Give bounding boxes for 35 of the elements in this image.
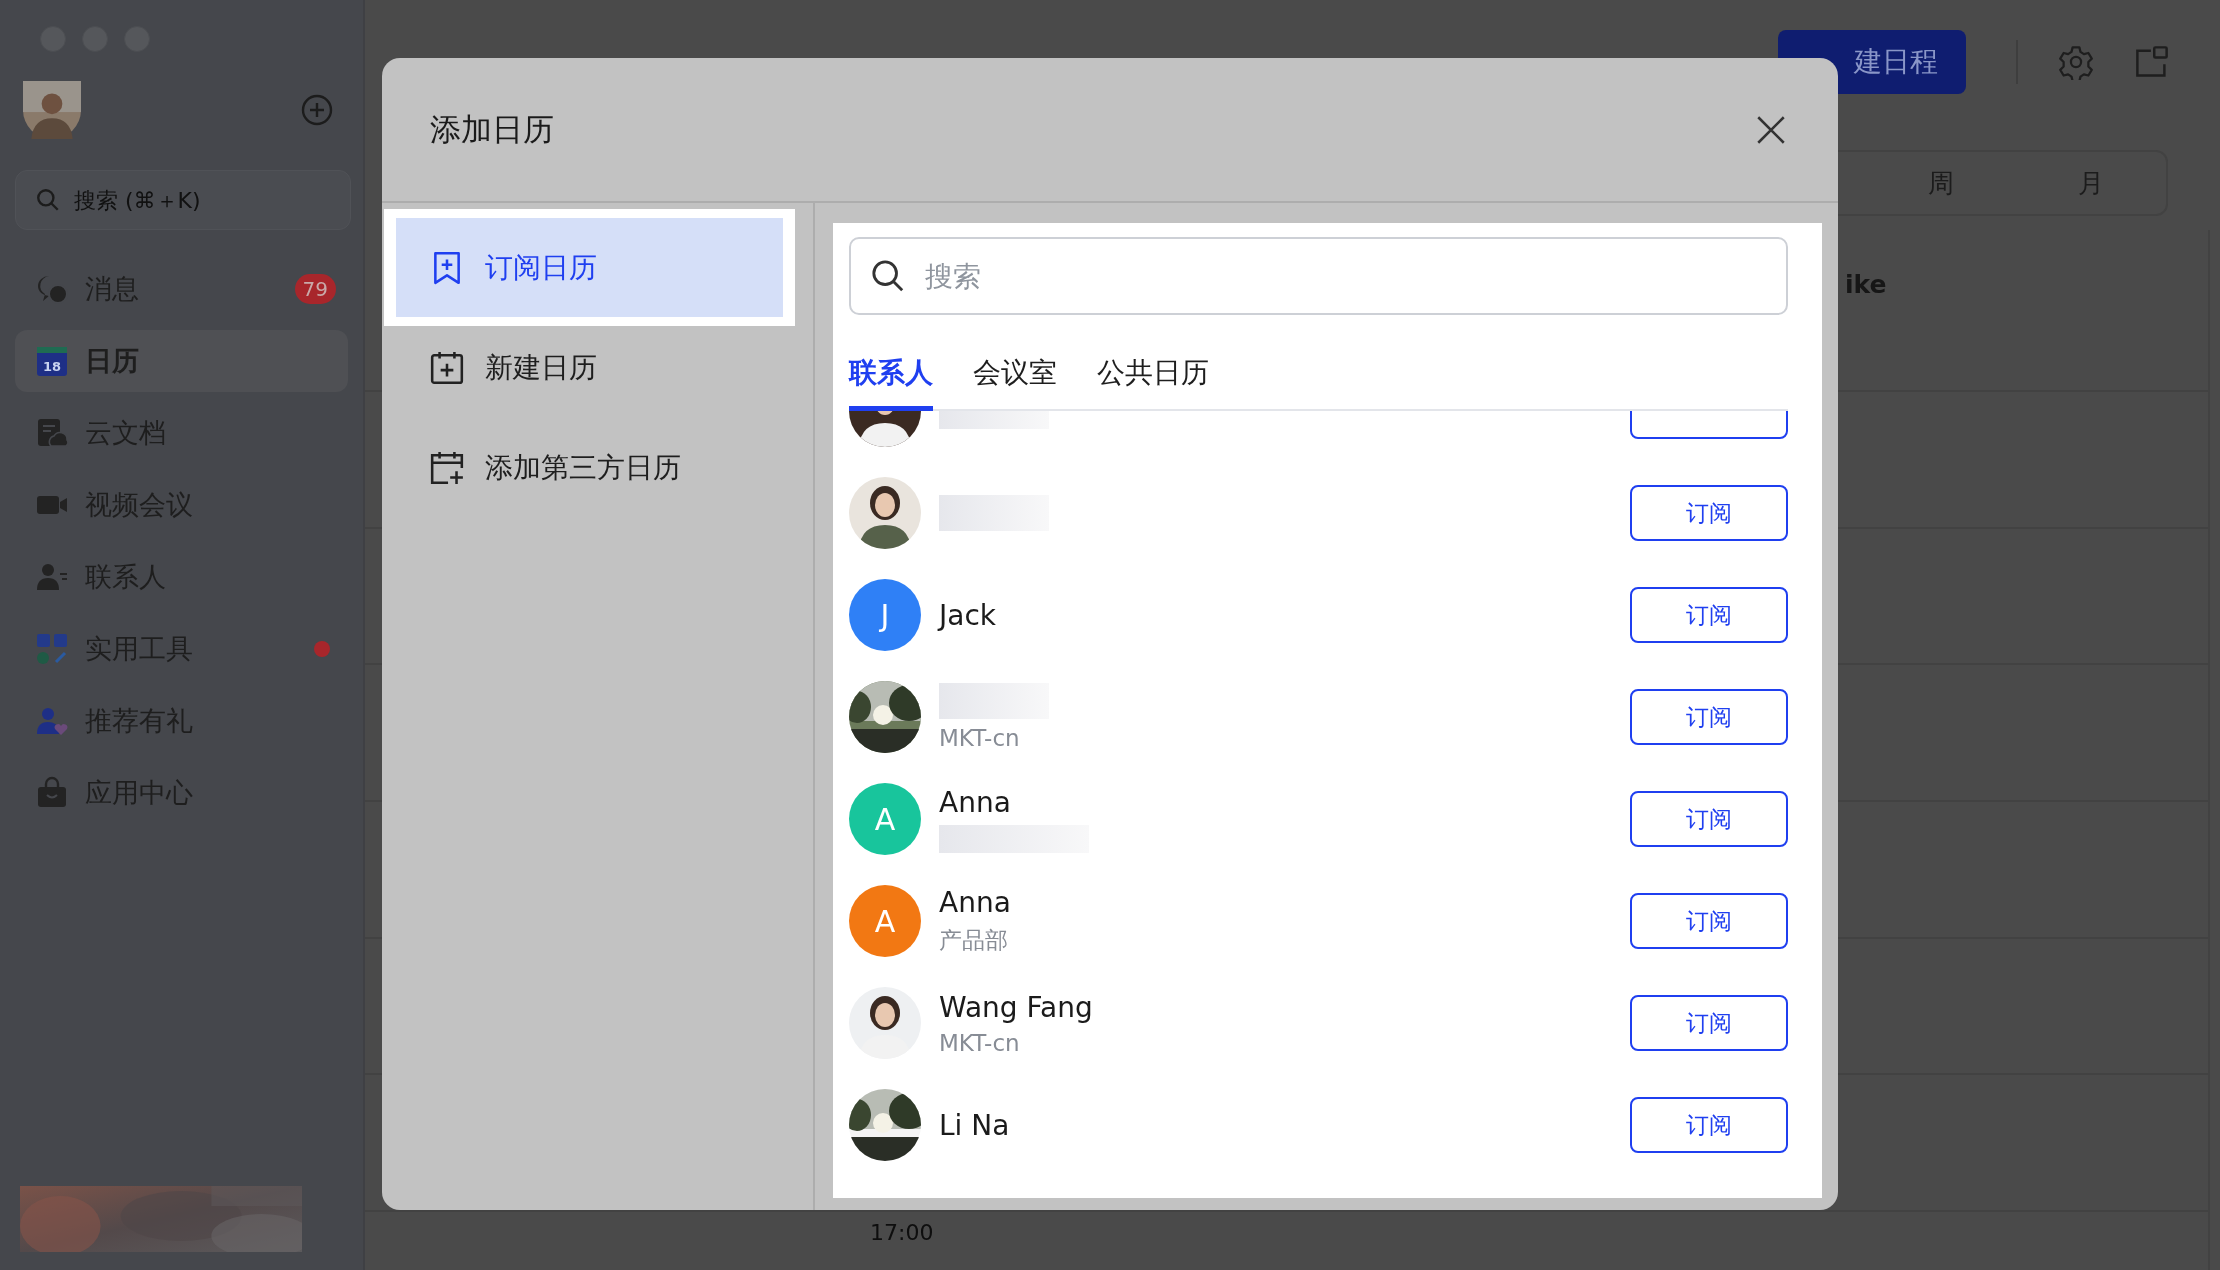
tools-icon (35, 632, 69, 666)
subscribe-button[interactable]: 订阅 (1630, 893, 1788, 949)
contact-name: Li Na (939, 1108, 1011, 1142)
contact-name: Anna (939, 785, 1012, 819)
time-label: 17:00 (870, 1220, 934, 1246)
search-icon (871, 259, 905, 293)
contact-name: Wang Fang (939, 990, 1094, 1024)
calendar-plus-icon (429, 449, 465, 486)
subscribe-button[interactable]: 订阅 (1630, 995, 1788, 1051)
search-field[interactable]: 搜索 (⌘＋K) (15, 170, 351, 230)
category-tab[interactable]: 公共日历 (1097, 354, 1209, 411)
contact-name: Anna (939, 886, 1012, 919)
avatar: A (849, 783, 921, 855)
category-tab[interactable]: 会议室 (973, 354, 1057, 411)
shopping-bag-icon (35, 776, 69, 810)
search-icon (35, 187, 61, 213)
avatar: J (849, 579, 921, 651)
contact-name: Jack (939, 598, 998, 632)
dialog-title: 添加日历 (430, 109, 554, 149)
subscribe-button[interactable]: 订阅 (1630, 587, 1788, 643)
subscribe-button[interactable]: 订阅 (1630, 1097, 1788, 1153)
subscribe-button[interactable]: 订阅 (1630, 689, 1788, 745)
contact-department: MKT-cn (939, 725, 1021, 751)
settings-icon[interactable] (2058, 44, 2094, 80)
add-icon[interactable] (301, 94, 333, 126)
calendar-plus-icon (429, 349, 465, 386)
calendar-icon: 18 (35, 344, 69, 378)
window-icon[interactable] (2134, 44, 2170, 80)
subscribe-button[interactable]: 订阅 (1630, 791, 1788, 847)
contact-department: MKT-cn (939, 1029, 1021, 1056)
contact-department: 产品部 (939, 926, 1009, 955)
avatar: A (849, 885, 921, 957)
subscribe-button[interactable]: 订阅 (1630, 485, 1788, 541)
menu-item[interactable]: 订阅日历 (384, 209, 795, 326)
unread-count: 79 (294, 274, 336, 304)
